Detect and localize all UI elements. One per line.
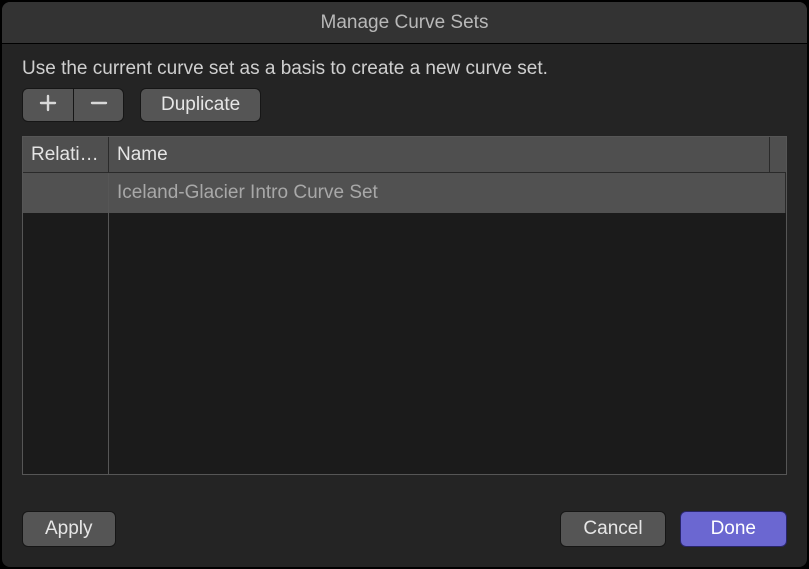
table-row[interactable]: Iceland-Glacier Intro Curve Set	[23, 173, 786, 213]
table-empty-area	[23, 213, 786, 474]
cell-name: Iceland-Glacier Intro Curve Set	[109, 173, 786, 213]
dialog-title: Manage Curve Sets	[2, 2, 807, 44]
column-header-scroll-gap	[770, 137, 786, 172]
instruction-text: Use the current curve set as a basis to …	[22, 58, 787, 80]
column-header-relative[interactable]: Relati…	[23, 137, 109, 172]
dialog-footer: Apply Cancel Done	[2, 495, 807, 567]
cancel-button[interactable]: Cancel	[560, 511, 665, 547]
column-header-name[interactable]: Name	[109, 137, 770, 172]
curve-sets-table: Relati… Name Iceland-Glacier Intro Curve…	[22, 136, 787, 475]
cell-relative	[23, 173, 109, 213]
remove-button[interactable]	[73, 89, 123, 121]
done-button[interactable]: Done	[680, 511, 787, 547]
table-header: Relati… Name	[23, 137, 786, 173]
manage-curve-sets-dialog: Manage Curve Sets Use the current curve …	[2, 2, 807, 567]
duplicate-button[interactable]: Duplicate	[140, 88, 261, 122]
add-remove-segmented	[22, 88, 124, 122]
apply-button[interactable]: Apply	[22, 511, 116, 547]
table-body: Iceland-Glacier Intro Curve Set	[23, 173, 786, 474]
toolbar: Duplicate	[22, 88, 787, 122]
add-button[interactable]	[23, 89, 73, 121]
dialog-content: Use the current curve set as a basis to …	[2, 44, 807, 495]
plus-icon	[39, 94, 57, 117]
minus-icon	[90, 94, 108, 117]
